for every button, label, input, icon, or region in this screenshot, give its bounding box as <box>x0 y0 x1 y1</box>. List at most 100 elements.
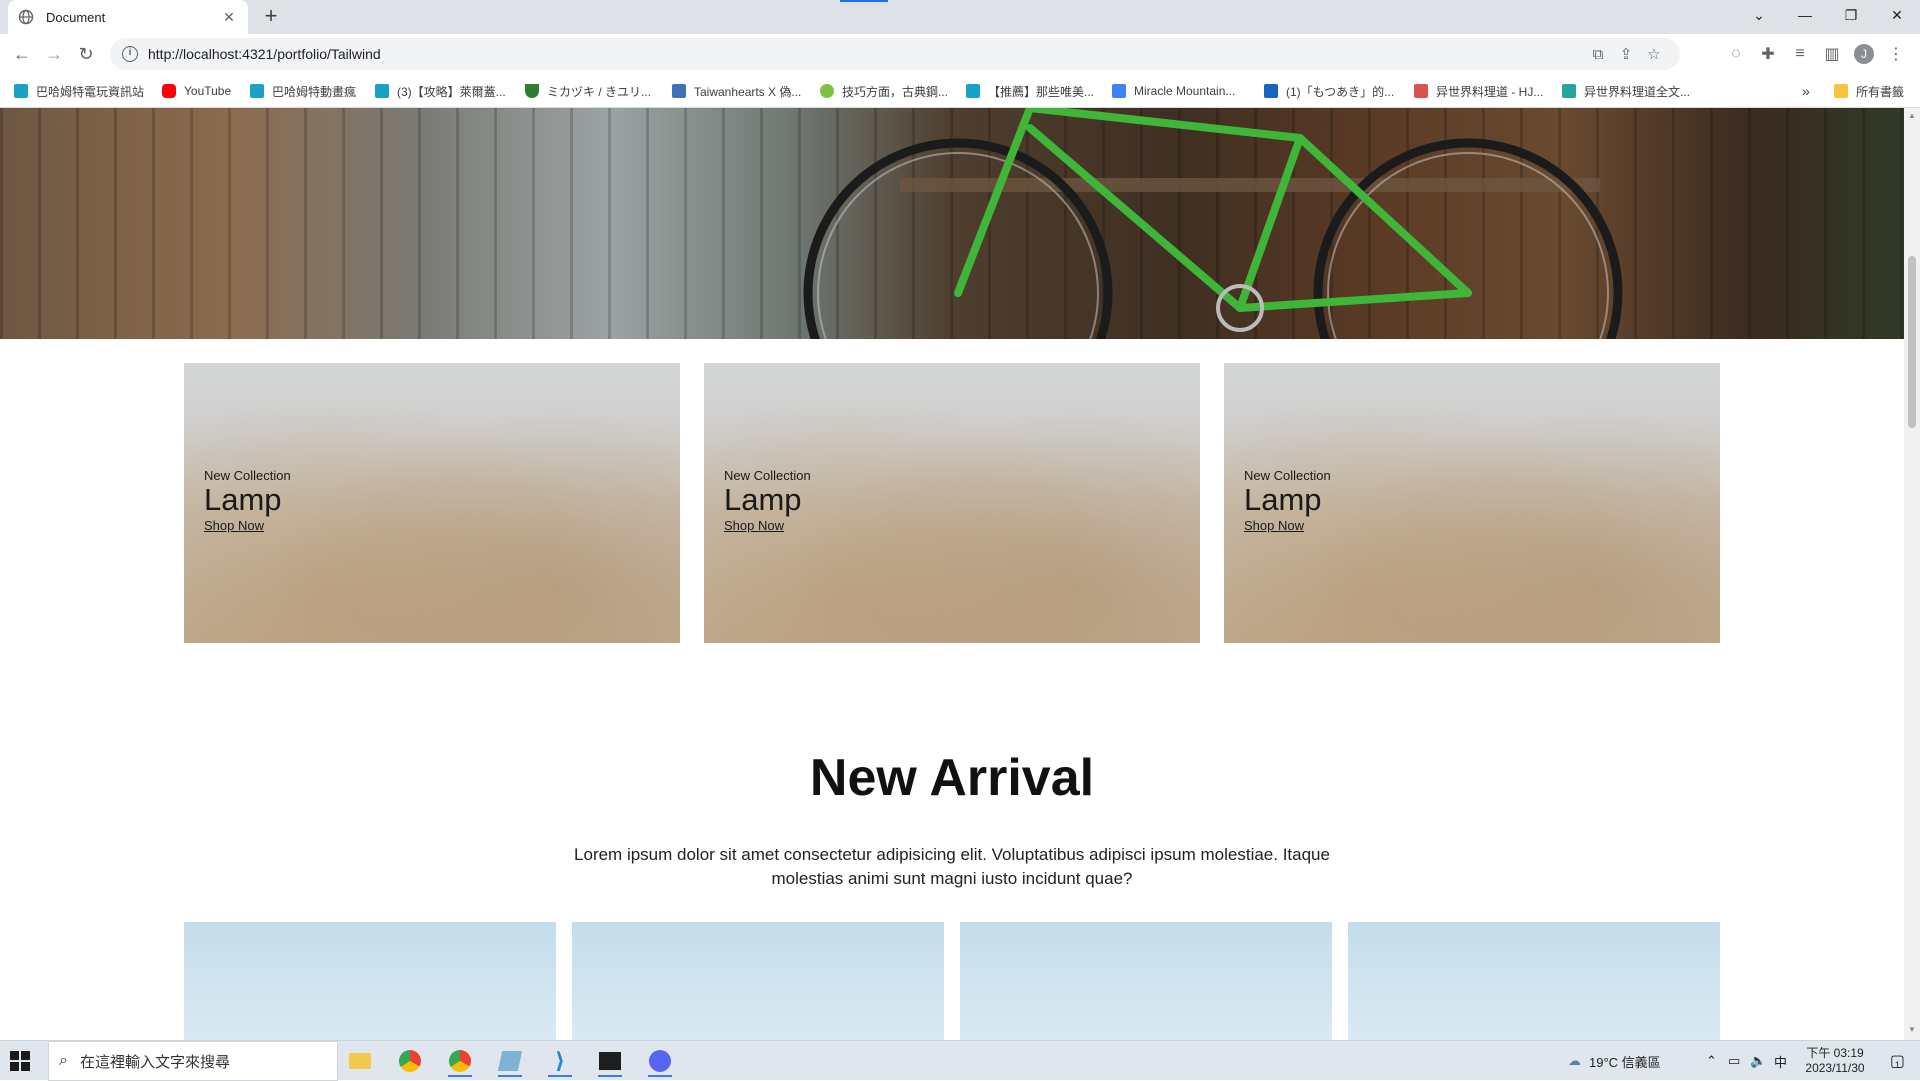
collection-cards: New Collection Lamp Shop Now New Collect… <box>184 363 1720 643</box>
search-placeholder: 在這裡輸入文字來搜尋 <box>79 1053 230 1071</box>
share-icon[interactable]: ⇪ <box>1612 40 1640 68</box>
bookmark-item[interactable]: (1)「もつあき」的... <box>1264 81 1394 101</box>
globe-icon <box>18 9 34 25</box>
scrollbar-thumb[interactable] <box>1908 256 1916 428</box>
notepad-icon[interactable] <box>490 1045 530 1077</box>
youtube-icon <box>162 84 176 98</box>
all-bookmarks-button[interactable]: 所有書籤 <box>1834 81 1904 101</box>
reload-button[interactable]: ↻ <box>72 40 100 68</box>
discord-icon[interactable] <box>640 1045 680 1077</box>
chrome-icon[interactable] <box>390 1045 430 1077</box>
tray-expand-icon[interactable]: ⌃ <box>1706 1041 1717 1081</box>
close-window-button[interactable]: ✕ <box>1874 0 1920 30</box>
page-viewport: New Collection Lamp Shop Now New Collect… <box>0 108 1904 1040</box>
volume-icon[interactable]: 🔈 <box>1750 1041 1766 1081</box>
notepad-shape <box>497 1051 523 1071</box>
shop-now-link[interactable]: Shop Now <box>204 518 264 533</box>
cloud-icon: ☁ <box>1568 1053 1581 1068</box>
card-title: Lamp <box>724 482 802 517</box>
bookmarks-bar: 巴哈姆特電玩資訊站 YouTube 巴哈姆特動畫瘋 (3)【攻略】萊爾蓋... … <box>0 74 1920 108</box>
shield-icon <box>525 84 539 98</box>
tab-indicator <box>840 0 888 2</box>
active-indicator <box>598 1075 622 1077</box>
terminal-icon[interactable] <box>590 1045 630 1077</box>
product-grid <box>184 922 1720 1040</box>
bookmark-star-icon[interactable]: ☆ <box>1640 40 1668 68</box>
section-description: Lorem ipsum dolor sit amet consectetur a… <box>574 845 1330 888</box>
bookmark-item[interactable]: Taiwanhearts X 偽... <box>672 81 801 101</box>
bicycle-illustration <box>803 108 1623 339</box>
shop-now-link[interactable]: Shop Now <box>1244 518 1304 533</box>
bookmark-item[interactable]: 异世界料理道全文... <box>1562 81 1690 101</box>
folder-shape <box>349 1053 371 1069</box>
ime-indicator[interactable]: 中 <box>1774 1041 1787 1081</box>
product-card[interactable] <box>184 922 556 1040</box>
network-icon[interactable]: ▭ <box>1728 1041 1740 1081</box>
collection-card[interactable]: New Collection Lamp Shop Now <box>184 363 680 643</box>
side-panel-icon[interactable]: ▥ <box>1818 40 1846 68</box>
browser-menu-icon[interactable]: ⋮ <box>1882 40 1910 68</box>
bookmark-item[interactable]: 技巧方面，古典鋼... <box>820 81 948 101</box>
vscode-icon[interactable]: ⟩ <box>540 1045 580 1077</box>
bookmarks-overflow-button[interactable]: » <box>1802 81 1810 101</box>
scroll-up-icon[interactable]: ▲ <box>1908 112 1916 120</box>
bookmark-item[interactable]: ミカヅキ / きユリ... <box>525 81 651 101</box>
profile-avatar[interactable]: J <box>1850 40 1878 68</box>
minimize-button[interactable]: — <box>1782 0 1828 30</box>
forward-button[interactable]: → <box>40 40 68 68</box>
tab-search-icon[interactable]: ⌄ <box>1736 0 1782 30</box>
product-card[interactable] <box>572 922 944 1040</box>
scroll-down-icon[interactable]: ▼ <box>1908 1026 1916 1034</box>
page-scrollbar[interactable]: ▲ ▼ <box>1904 108 1920 1040</box>
bookmark-item[interactable]: 异世界料理道 - HJ... <box>1414 81 1543 101</box>
weather-widget[interactable]: ☁ 19°C 信義區 <box>1568 1041 1661 1081</box>
folder-icon <box>1834 84 1848 98</box>
active-indicator <box>548 1075 572 1077</box>
url-text[interactable]: http://localhost:4321/portfolio/Tailwind <box>148 46 1584 62</box>
bookmark-item[interactable]: Miracle Mountain... <box>1112 81 1235 101</box>
new-tab-button[interactable]: + <box>258 4 284 30</box>
bookmark-item[interactable]: 巴哈姆特電玩資訊站 <box>14 81 144 101</box>
bookmark-item[interactable]: (3)【攻略】萊爾蓋... <box>375 81 506 101</box>
product-card[interactable] <box>1348 922 1720 1040</box>
extensions-puzzle-icon[interactable]: ✚ <box>1754 40 1782 68</box>
shop-now-link[interactable]: Shop Now <box>724 518 784 533</box>
taskbar: ⌕ 在這裡輸入文字來搜尋 ⟩ ☁ 19°C 信義區 ⌃ ▭ 🔈 中 下午 03:… <box>0 1040 1920 1081</box>
notification-center-icon[interactable]: ▢ 1 <box>1880 1041 1910 1081</box>
taskbar-search-box[interactable]: ⌕ 在這裡輸入文字來搜尋 <box>48 1041 338 1081</box>
media-control-icon[interactable]: ≡ <box>1786 40 1814 68</box>
site-icon <box>820 84 834 98</box>
tab-document[interactable]: Document ✕ <box>8 0 248 34</box>
clock-time: 下午 03:19 <box>1806 1046 1864 1060</box>
bookmark-item[interactable]: 【推薦】那些唯美... <box>966 81 1094 101</box>
start-logo-pane <box>21 1051 30 1060</box>
active-indicator <box>448 1075 472 1077</box>
tab-close-icon[interactable]: ✕ <box>220 9 238 26</box>
bahamut-icon <box>966 84 980 98</box>
clock[interactable]: 下午 03:19 2023/11/30 <box>1800 1041 1870 1081</box>
windows-start-button[interactable] <box>10 1051 30 1071</box>
terminal-shape <box>599 1052 621 1070</box>
translate-icon[interactable]: ⧉ <box>1584 40 1612 68</box>
address-bar[interactable]: i http://localhost:4321/portfolio/Tailwi… <box>110 38 1680 70</box>
hero-banner-image <box>0 108 1904 339</box>
active-indicator <box>498 1075 522 1077</box>
bahamut-icon <box>375 84 389 98</box>
extension-eye-icon[interactable]: ◌ <box>1722 40 1750 68</box>
collection-card[interactable]: New Collection Lamp Shop Now <box>1224 363 1720 643</box>
product-card[interactable] <box>960 922 1332 1040</box>
site-info-icon[interactable]: i <box>122 46 138 62</box>
site-icon <box>1562 84 1576 98</box>
bookmark-item[interactable]: YouTube <box>162 81 231 101</box>
restore-button[interactable]: ❐ <box>1828 0 1874 30</box>
card-eyebrow: New Collection <box>204 468 291 483</box>
back-button[interactable]: ← <box>8 40 36 68</box>
browser-toolbar: ← → ↻ i http://localhost:4321/portfolio/… <box>0 34 1920 74</box>
collection-card[interactable]: New Collection Lamp Shop Now <box>704 363 1200 643</box>
file-explorer-icon[interactable] <box>340 1045 380 1077</box>
bookmark-item[interactable]: 巴哈姆特動畫瘋 <box>250 81 356 101</box>
chrome-active-icon[interactable] <box>440 1045 480 1077</box>
site-icon <box>1112 84 1126 98</box>
tab-title: Document <box>46 9 106 25</box>
notification-count: 1 <box>1895 1060 1901 1070</box>
